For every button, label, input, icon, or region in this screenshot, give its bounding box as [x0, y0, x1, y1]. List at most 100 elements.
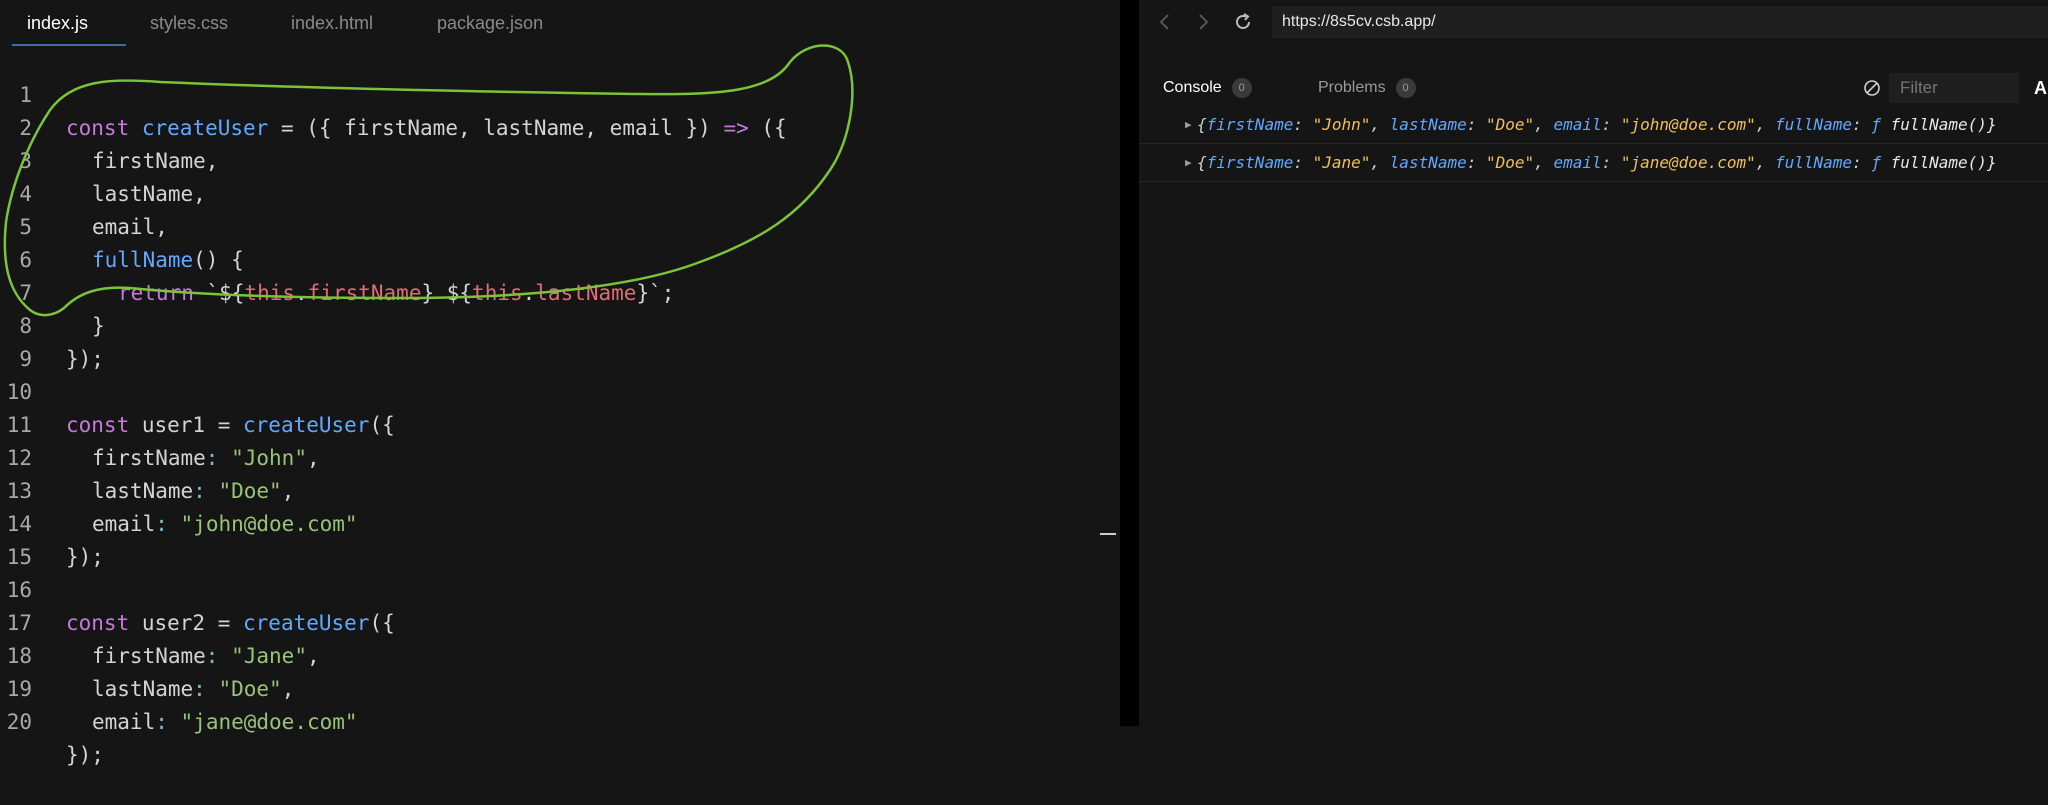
filter-input[interactable] — [1889, 73, 2019, 103]
code-token: createUser — [243, 611, 370, 635]
editor-tab-bar: index.js styles.css index.html package.j… — [0, 0, 1120, 46]
code-token: createUser — [141, 116, 269, 140]
code-token: "Jane" — [231, 644, 307, 668]
code-line: 17 firstName: "Jane", — [0, 574, 320, 668]
code-line: 4 email, — [0, 145, 168, 239]
code-token: lastName — [535, 281, 637, 305]
tab-problems[interactable]: Problems 0 — [1318, 70, 1416, 106]
console-toolbar: Console 0 Problems 0 Al — [1139, 70, 2048, 106]
browser-preview: https://8s5cv.csb.app/ Console 0 Problems… — [1139, 0, 2048, 726]
code-line: 9 — [0, 310, 76, 371]
code-line: 8 }); — [0, 277, 104, 371]
problems-tab-label: Problems — [1318, 79, 1386, 96]
reload-icon — [1236, 13, 1250, 29]
tab-index-js[interactable]: index.js — [11, 0, 127, 46]
code-token: email, — [92, 215, 168, 239]
code-token: user2 = — [129, 611, 244, 635]
log-value: "Doe" — [1486, 115, 1535, 134]
back-button[interactable] — [1153, 10, 1177, 34]
code-token: => — [723, 116, 749, 140]
console-log-entry[interactable]: ▶ {firstName: "John", lastName: "Doe", e… — [1139, 106, 2048, 144]
expand-triangle-icon[interactable]: ▶ — [1185, 106, 1192, 143]
code-line: 12 lastName: "Doe", — [0, 409, 295, 503]
code-line: 6 return `${this.firstName} ${this.lastN… — [0, 211, 674, 305]
code-token: firstName — [92, 644, 206, 668]
log-function-name: fullName()} — [1890, 115, 1997, 134]
url-field[interactable]: https://8s5cv.csb.app/ — [1272, 6, 2048, 38]
function-marker: ƒ — [1871, 115, 1881, 134]
code-token: : — [205, 446, 219, 470]
code-line: 5 fullName() { — [0, 178, 243, 272]
log-value: "Doe" — [1486, 153, 1535, 172]
reload-button[interactable] — [1231, 10, 1255, 34]
tab-index-html[interactable]: index.html — [291, 0, 373, 46]
code-token: } ${ — [421, 281, 473, 305]
code-line: 20 }); — [0, 673, 104, 767]
tab-console[interactable]: Console 0 — [1163, 70, 1252, 106]
code-line: 2 firstName, — [0, 79, 218, 173]
code-token: }`; — [636, 281, 675, 305]
problems-count-badge: 0 — [1395, 77, 1416, 98]
tab-styles-css[interactable]: styles.css — [150, 0, 228, 46]
console-log-entry[interactable]: ▶ {firstName: "Jane", lastName: "Doe", e… — [1139, 144, 2048, 182]
code-line: 10 const user1 = createUser({ — [0, 343, 395, 437]
code-token: createUser — [243, 413, 370, 437]
code-token: . — [295, 281, 308, 305]
code-token: , — [281, 479, 295, 503]
code-token: lastName, — [92, 182, 206, 206]
code-token: ({ — [369, 413, 395, 437]
code-token: "John" — [231, 446, 307, 470]
console-tab-label: Console — [1163, 79, 1222, 96]
code-line: 16 const user2 = createUser({ — [0, 541, 395, 635]
line-number: 20 — [6, 710, 32, 734]
code-token: , — [281, 677, 295, 701]
code-token: : — [155, 512, 168, 536]
code-token: email — [92, 710, 156, 734]
clear-console-icon[interactable] — [1862, 78, 1882, 98]
code-line: 19 email: "jane@doe.com" — [0, 640, 358, 734]
code-token: () { — [193, 248, 244, 272]
expand-triangle-icon[interactable]: ▶ — [1185, 144, 1192, 181]
code-token: firstName — [307, 281, 422, 305]
code-token: . — [522, 281, 536, 305]
code-token: fullName — [92, 248, 194, 272]
code-token: } — [92, 314, 105, 338]
pane-divider[interactable] — [1120, 0, 1139, 726]
chevron-left-icon — [1159, 14, 1169, 30]
code-token: ({ — [369, 611, 395, 635]
code-editor[interactable]: index.js styles.css index.html package.j… — [0, 0, 1129, 767]
code-token: "Doe" — [218, 677, 282, 701]
code-line: 14 }); — [0, 475, 104, 569]
code-token: "jane@doe.com" — [180, 710, 358, 734]
function-marker: ƒ — [1871, 153, 1881, 172]
code-token: "Doe" — [218, 479, 282, 503]
code-token: : — [193, 479, 206, 503]
code-token: lastName — [92, 677, 194, 701]
code-token: return — [118, 281, 194, 305]
code-token: ({ — [748, 116, 787, 140]
code-token: user1 = — [129, 413, 244, 437]
code-token: : — [155, 710, 168, 734]
code-token: firstName — [92, 446, 206, 470]
code-line: 18 lastName: "Doe", — [0, 607, 295, 701]
tab-package-json[interactable]: package.json — [437, 0, 543, 46]
log-value: "John" — [1312, 115, 1371, 134]
code-line: 7 } — [0, 244, 104, 338]
code-token: : — [205, 644, 219, 668]
code-token: , — [306, 644, 320, 668]
code-token: : — [193, 677, 206, 701]
forward-button[interactable] — [1191, 10, 1215, 34]
log-value: "john@doe.com" — [1620, 115, 1756, 134]
truncated-label: Al — [2034, 78, 2048, 98]
code-line: 13 email: "john@doe.com" — [0, 442, 358, 536]
address-bar: https://8s5cv.csb.app/ — [1139, 0, 2048, 44]
code-line: 15 — [0, 508, 76, 569]
code-token: lastName — [92, 479, 194, 503]
code-token: , — [306, 446, 320, 470]
code-token: = ({ firstName, lastName, email }) — [268, 116, 724, 140]
code-line: 11 firstName: "John", — [0, 376, 320, 470]
log-function-name: fullName()} — [1890, 153, 1997, 172]
log-value: "Jane" — [1312, 153, 1371, 172]
code-token: firstName, — [92, 149, 219, 173]
code-token: email — [92, 512, 156, 536]
